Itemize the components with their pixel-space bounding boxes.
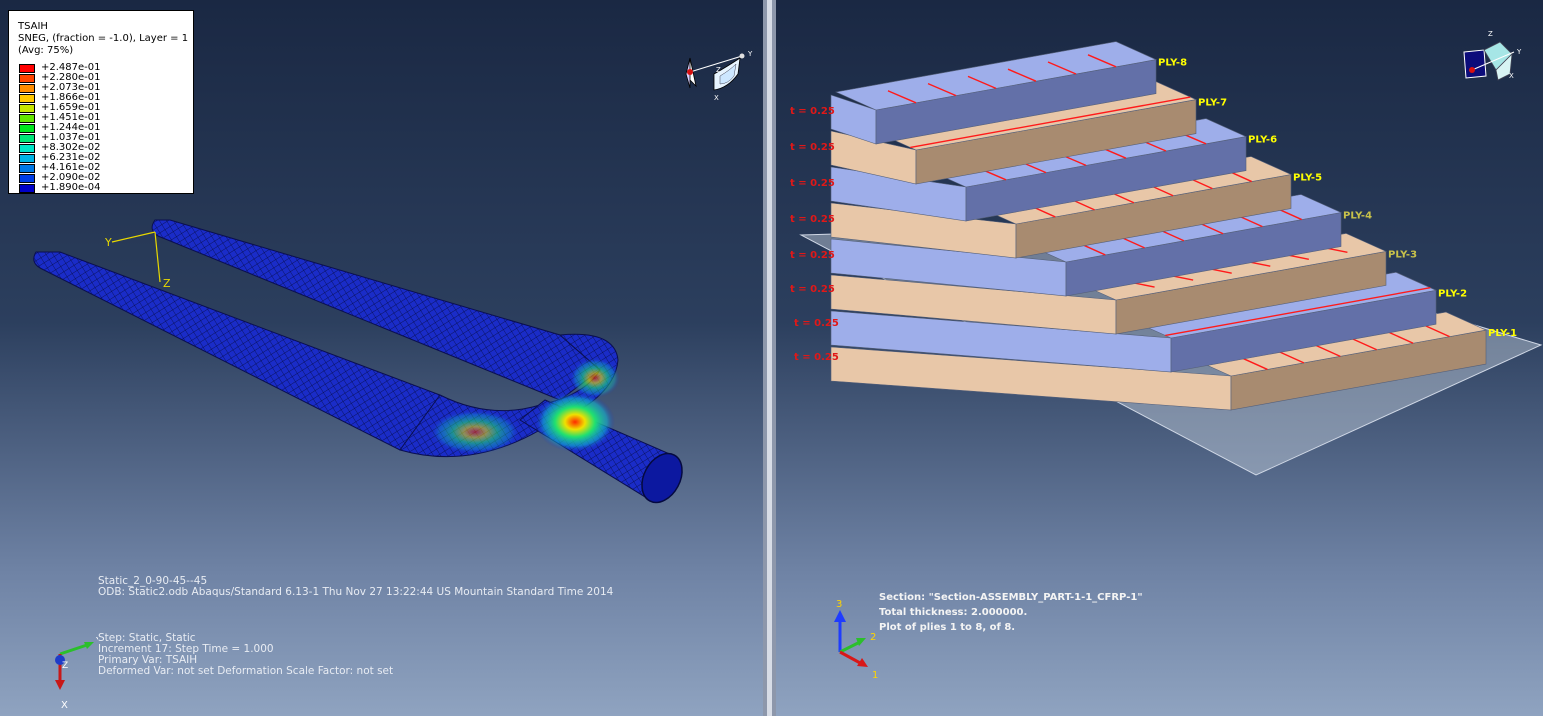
legend-color-swatch	[19, 93, 35, 103]
ply-label: PLY-5	[1293, 173, 1322, 184]
total-thickness: Total thickness: 2.000000.	[879, 607, 1028, 618]
ply-label: PLY-7	[1198, 98, 1227, 109]
ply-thickness-label: t = 0.25	[790, 142, 835, 153]
ply-thickness-label: t = 0.25	[794, 352, 839, 363]
plot-of-plies: Plot of plies 1 to 8, of 8.	[879, 622, 1016, 633]
view-orientation-widget[interactable]: Y Z X	[678, 48, 758, 108]
triad-axis-3: 3	[836, 599, 842, 610]
mini-axis-y-right: Y	[1516, 48, 1522, 56]
deformed-var-line: Deformed Var: not set Deformation Scale …	[98, 665, 394, 677]
legend-color-swatch	[19, 73, 35, 83]
ply-thickness-label: t = 0.25	[790, 214, 835, 225]
mini-axis-y: Y	[747, 50, 753, 58]
mini-axis-z: Z	[716, 66, 721, 74]
legend-color-swatch	[19, 113, 35, 123]
legend-subtitle: SNEG, (fraction = -1.0), Layer = 1	[18, 33, 189, 44]
legend-averaging: (Avg: 75%)	[18, 45, 74, 56]
ply-label: PLY-6	[1248, 135, 1277, 146]
legend-color-swatch	[19, 83, 35, 93]
contour-legend: TSAIH SNEG, (fraction = -1.0), Layer = 1…	[8, 10, 194, 194]
ply-thickness-label: t = 0.25	[790, 284, 835, 295]
legend-color-swatch	[19, 163, 35, 173]
triad-z-label: Z	[62, 661, 68, 671]
legend-color-swatch	[19, 103, 35, 113]
ply-label: PLY-3	[1388, 249, 1417, 260]
mini-axis-x-right: X	[1509, 72, 1514, 80]
material-axis-triad: 3 2 1	[834, 599, 878, 678]
legend-color-swatch	[19, 153, 35, 163]
legend-value: +1.890e-04	[41, 182, 101, 193]
ply-thickness-label: t = 0.25	[790, 178, 835, 189]
mini-axis-x: X	[714, 94, 719, 102]
ply-thickness-label: t = 0.25	[794, 318, 839, 329]
odb-info: ODB: Static2.odb Abaqus/Standard 6.13-1 …	[98, 586, 614, 598]
legend-color-swatch	[19, 133, 35, 143]
ply-label: PLY-8	[1158, 58, 1187, 69]
legend-color-swatch	[19, 143, 35, 153]
ply-thickness-label: t = 0.25	[790, 250, 835, 261]
legend-color-swatch	[19, 173, 35, 183]
left-viewport[interactable]: Y Z TSAIH SNEG, (fraction = -1.0), Layer…	[0, 0, 763, 716]
model-axis-z-label: Z	[163, 277, 171, 290]
triad-axis-2: 2	[870, 632, 876, 643]
ply-label: PLY-1	[1488, 328, 1517, 339]
lower-tube	[33, 251, 456, 451]
triad-axis-1: 1	[872, 670, 878, 678]
right-viewport[interactable]: PLY-1 PLY-2 PLY-3 PLY-4 PLY-5 PLY-6 PLY-7 PLY-8…	[776, 0, 1543, 716]
legend-title: TSAIH	[18, 21, 48, 32]
view-orientation-widget-right[interactable]: Z Y X	[1456, 30, 1526, 90]
ply-label: PLY-2	[1438, 288, 1467, 299]
ply-thickness-label: t = 0.25	[790, 106, 835, 117]
legend-color-swatch	[19, 183, 35, 193]
global-axis-triad: Y Z X	[55, 636, 98, 711]
triad-x-label: X	[61, 700, 68, 711]
mini-axis-z-right: Z	[1488, 30, 1493, 38]
triad-y-label: Y	[95, 636, 98, 647]
model-axis-y-label: Y	[104, 236, 112, 249]
ply-label: PLY-4	[1343, 211, 1372, 222]
section-name: Section: "Section-ASSEMBLY_PART-1-1_CFRP…	[879, 592, 1143, 603]
legend-color-swatch	[19, 63, 35, 73]
legend-color-swatch	[19, 123, 35, 133]
legend-entry: +1.890e-04	[19, 183, 101, 193]
